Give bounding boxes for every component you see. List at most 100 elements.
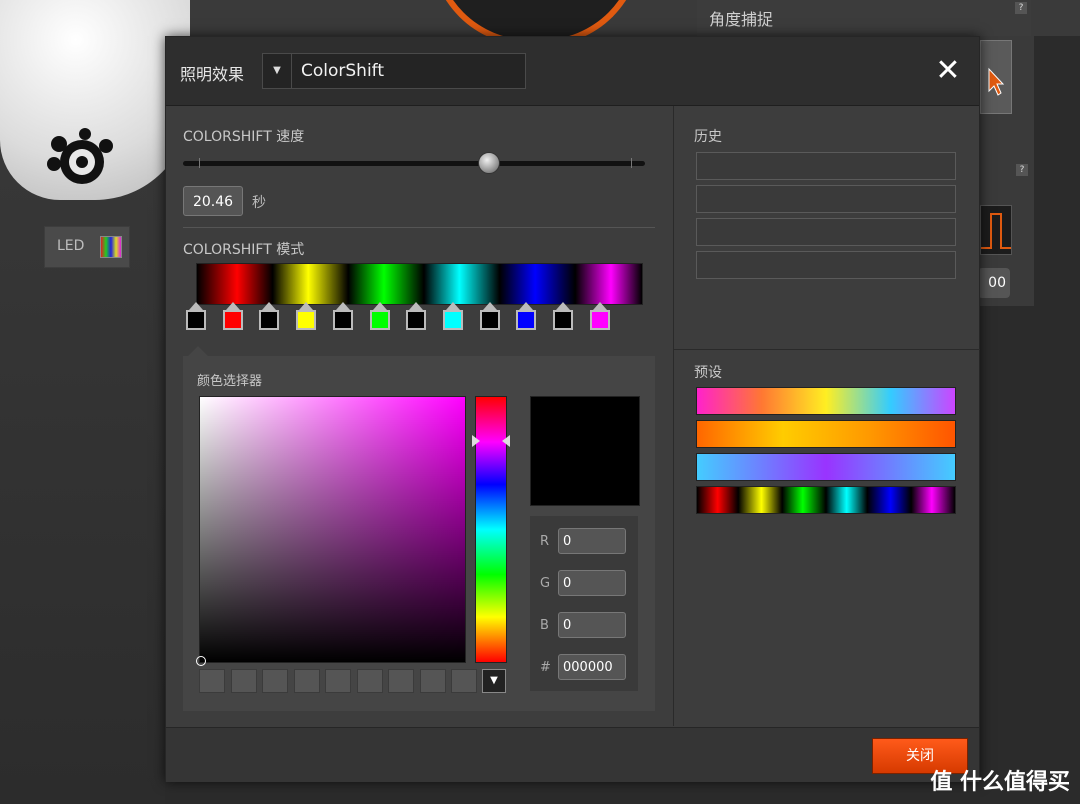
saturation-value-box[interactable] [196,396,466,666]
color-stop[interactable] [553,302,573,330]
recent-swatch[interactable] [356,669,383,693]
color-stop[interactable] [516,302,537,330]
stop-swatch [222,310,243,330]
stop-pointer-icon [409,302,424,310]
stop-pointer-icon [189,302,203,310]
color-picker-label: 颜色选择器 [197,374,263,389]
color-picker-panel: 颜色选择器 ▼ R 0 G 0 B 0 # 000000 [183,356,655,711]
help-icon[interactable]: ? [1015,2,1027,14]
preset-item[interactable] [696,453,956,481]
recent-swatch[interactable] [419,669,446,693]
watermark: 值 什么值得买 [930,770,1070,795]
stop-swatch [442,310,463,330]
stop-pointer-icon [225,302,240,310]
stop-pointer-icon [372,302,387,310]
speed-slider-thumb[interactable] [477,152,500,174]
b-label: B [540,618,549,633]
cursor-icon[interactable] [980,40,1012,114]
stop-pointer-icon [592,302,607,310]
speed-unit: 秒 [252,195,266,211]
effect-select[interactable]: ▼ ColorShift [262,53,526,89]
recent-swatch[interactable] [325,669,351,693]
hue-slider[interactable] [472,396,510,663]
stop-swatch [369,310,390,330]
slider-tick-min [199,158,200,168]
sv-cursor[interactable] [196,656,206,666]
stop-swatch [406,310,427,330]
swatch-menu-button[interactable]: ▼ [482,669,506,693]
g-input[interactable]: 0 [558,570,626,596]
recent-swatch[interactable] [388,669,414,693]
stop-pointer-icon [262,302,277,310]
color-stop[interactable] [296,302,317,330]
r-input[interactable]: 0 [558,528,626,554]
section-divider [183,227,655,228]
stop-swatch [186,310,206,330]
dialog-titlebar: 照明效果 ▼ ColorShift ✕ [166,37,979,106]
history-slot[interactable] [696,152,956,180]
r-label: R [540,534,550,549]
history-slot[interactable] [696,251,956,279]
speed-label: COLORSHIFT 速度 [183,129,305,145]
steelseries-logo-icon [47,128,113,184]
right-pane: 历史 预设 [673,106,980,726]
mode-label: COLORSHIFT 模式 [183,242,305,258]
led-label: LED [57,238,85,254]
led-zone-button[interactable]: LED [44,226,130,268]
color-stop[interactable] [186,302,206,330]
stop-swatch [479,310,500,330]
led-color-icon [100,236,122,258]
color-stop[interactable] [259,302,280,330]
stop-pointer-icon [335,302,350,310]
b-input[interactable]: 0 [558,612,626,638]
color-preview [530,396,640,506]
dropdown-arrow-icon[interactable]: ▼ [263,54,292,88]
history-slot[interactable] [696,185,956,213]
colorshift-gradient-bar[interactable] [196,263,643,305]
stop-pointer-icon [299,302,314,310]
close-icon[interactable]: ✕ [934,56,962,86]
hex-label: # [540,660,551,675]
color-stop[interactable] [406,302,427,330]
color-stop[interactable] [222,302,243,330]
angle-snap-panel: 角度捕捉 ? [697,0,1031,36]
effect-select-value: ColorShift [301,61,385,81]
stop-pointer-icon [445,302,460,310]
stop-pointer-icon [482,302,497,310]
pulse-graph-icon [980,205,1012,255]
speed-input[interactable]: 20.46 [183,186,243,216]
preset-item[interactable] [696,420,956,448]
stop-swatch [553,310,573,330]
help-icon-2[interactable]: ? [1016,164,1028,176]
recent-swatch[interactable] [199,669,225,693]
rgb-panel: R 0 G 0 B 0 # 000000 [530,516,638,691]
history-slot[interactable] [696,218,956,246]
left-pane: COLORSHIFT 速度 20.46 秒 COLORSHIFT 模式 颜色选择… [166,106,672,726]
hue-marker-left[interactable] [472,435,480,447]
lighting-effect-dialog: 照明效果 ▼ ColorShift ✕ COLORSHIFT 速度 20.46 … [165,36,980,782]
pane-divider [674,349,980,350]
slider-tick-max [631,158,632,168]
color-stop[interactable] [442,302,463,330]
color-stop[interactable] [369,302,390,330]
recent-swatch[interactable] [293,669,320,693]
recent-swatch[interactable] [230,669,257,693]
dialog-footer: 关闭 [166,727,979,782]
preset-item[interactable] [696,387,956,415]
color-stop[interactable] [332,302,353,330]
color-stop[interactable] [589,302,610,330]
color-stop[interactable] [479,302,500,330]
g-label: G [540,576,551,591]
stop-swatch [332,310,353,330]
hex-input[interactable]: 000000 [558,654,626,680]
value-fragment: 00 [978,268,1010,298]
preset-item[interactable] [696,486,956,514]
hue-marker-right[interactable] [502,435,510,447]
angle-snap-label: 角度捕捉 [709,10,774,29]
speed-slider-track[interactable] [183,158,645,168]
recent-swatch[interactable] [451,669,477,693]
recent-swatch[interactable] [262,669,288,693]
stop-swatch [589,310,610,330]
dialog-title: 照明效果 [180,65,245,84]
presets-label: 预设 [694,365,722,381]
